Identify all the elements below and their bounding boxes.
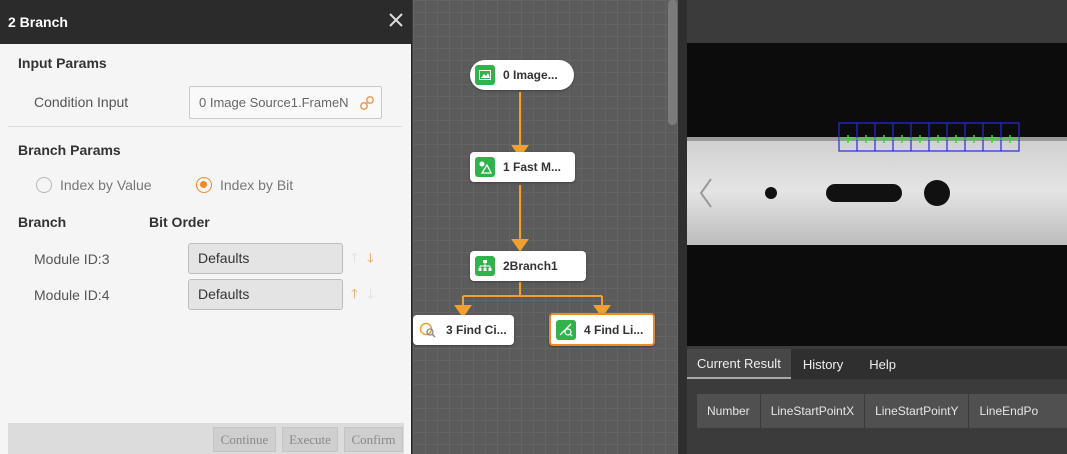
node-label: 4 Find Li...	[584, 322, 644, 337]
node-label: 3 Find Ci...	[446, 323, 507, 337]
image-icon	[475, 65, 495, 85]
table-header-row: Number LineStartPointX LineStartPointY L…	[697, 394, 1067, 428]
inspected-part-image	[687, 43, 1067, 346]
panel-splitter[interactable]	[678, 0, 687, 454]
result-table: Number LineStartPointX LineStartPointY L…	[687, 380, 1067, 454]
branch-icon	[475, 256, 495, 276]
flow-node-image-source[interactable]: 0 Image...	[470, 60, 574, 90]
result-tabs: Current Result History Help	[687, 349, 1067, 379]
column-header-line-end[interactable]: LineEndPo	[969, 394, 1048, 428]
flow-node-branch[interactable]: 2Branch1	[470, 251, 586, 281]
flow-node-find-circle[interactable]: 3 Find Ci...	[413, 315, 514, 345]
flow-node-find-line[interactable]: 4 Find Li...	[549, 313, 655, 346]
find-circle-icon	[418, 320, 438, 340]
fast-match-icon	[475, 157, 495, 177]
node-label: 1 Fast M...	[503, 160, 562, 174]
tab-history[interactable]: History	[793, 349, 853, 379]
column-header-number[interactable]: Number	[697, 394, 761, 428]
column-header-line-start-y[interactable]: LineStartPointY	[865, 394, 970, 428]
column-header-line-start-x[interactable]: LineStartPointX	[761, 394, 866, 428]
node-label: 2Branch1	[503, 259, 558, 273]
flow-node-fast-match[interactable]: 1 Fast M...	[470, 152, 575, 182]
app-window: 2 Branch Input Params Condition Input 0 …	[0, 0, 1067, 454]
tab-help[interactable]: Help	[859, 349, 906, 379]
node-label: 0 Image...	[503, 68, 558, 82]
tab-current-result[interactable]: Current Result	[687, 349, 791, 379]
image-display[interactable]	[687, 43, 1067, 346]
find-line-icon	[556, 319, 576, 340]
image-viewer-panel: Current Result History Help Number LineS…	[687, 0, 1067, 454]
